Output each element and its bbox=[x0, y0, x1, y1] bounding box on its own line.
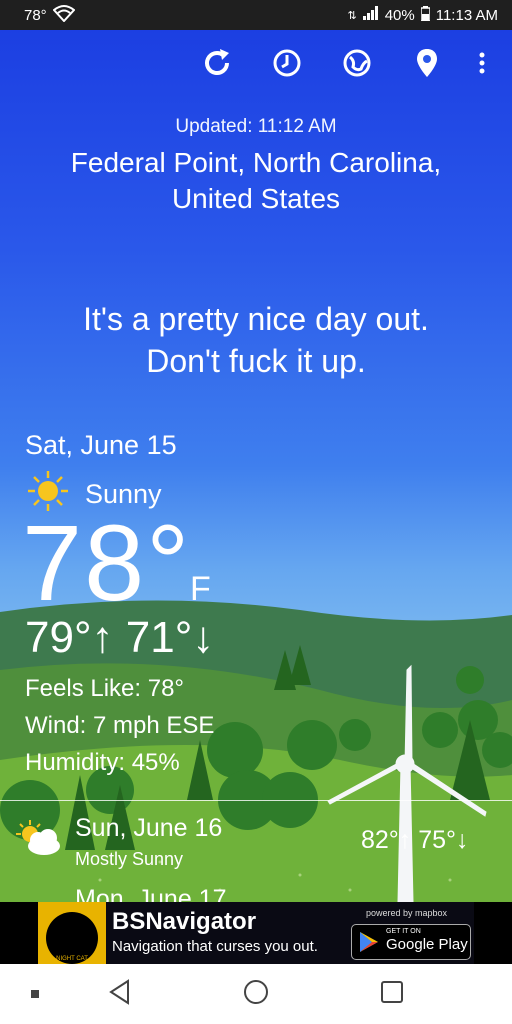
google-play-badge[interactable]: GET IT ON Google Play bbox=[351, 924, 471, 960]
system-nav-bar bbox=[0, 964, 512, 1024]
recents-icon bbox=[380, 980, 404, 1009]
ad-logo: NIGHT CAT bbox=[38, 902, 106, 964]
updated-time: Updated: 11:12 AM bbox=[175, 116, 337, 137]
location-button[interactable] bbox=[392, 44, 462, 86]
ad-subtitle: Navigation that curses you out. bbox=[112, 938, 318, 955]
status-bar: 78° ⇅ 40% 11:13 AM bbox=[0, 0, 512, 30]
forecast-day1-date: Sun, June 16 bbox=[75, 814, 223, 842]
status-time: 11:13 AM bbox=[435, 6, 498, 24]
more-vert-icon bbox=[478, 51, 486, 80]
forecast-day1-hi-lo: 82°↑ 75°↓ bbox=[361, 826, 469, 854]
refresh-button[interactable] bbox=[182, 44, 252, 86]
ad-powered-by: powered by mapbox bbox=[366, 908, 448, 918]
wifi-icon bbox=[52, 4, 76, 26]
ad-banner[interactable]: NIGHT CAT BSNavigator Navigation that cu… bbox=[0, 902, 512, 964]
recents-button[interactable] bbox=[377, 979, 407, 1009]
tagline: It's a pretty nice day out. Don't fuck i… bbox=[30, 298, 482, 382]
globe-icon bbox=[341, 47, 373, 84]
location-name: Federal Point, North Carolina, United St… bbox=[40, 145, 472, 217]
current-date: Sat, June 15 bbox=[25, 430, 177, 460]
partly-cloudy-icon bbox=[14, 818, 64, 861]
signal-icon bbox=[362, 6, 379, 24]
location-pin-icon bbox=[415, 48, 439, 83]
refresh-icon bbox=[201, 47, 233, 84]
nav-dot-button[interactable] bbox=[20, 979, 50, 1009]
humidity: Humidity: 45% bbox=[25, 749, 180, 776]
status-temp: 78° bbox=[24, 6, 47, 24]
current-temperature: 78° bbox=[22, 502, 192, 623]
forecast-day2-date[interactable]: Mon, June 17 bbox=[75, 885, 227, 902]
weather-app: Updated: 11:12 AM Federal Point, North C… bbox=[0, 30, 512, 902]
ad-title: BSNavigator bbox=[112, 908, 257, 935]
home-icon bbox=[243, 979, 269, 1010]
ad-content[interactable]: NIGHT CAT BSNavigator Navigation that cu… bbox=[38, 902, 474, 964]
back-icon bbox=[108, 978, 132, 1010]
temperature-unit: F bbox=[190, 570, 211, 608]
wind: Wind: 7 mph ESE bbox=[25, 712, 215, 739]
back-button[interactable] bbox=[105, 978, 135, 1010]
dot-icon bbox=[31, 985, 39, 1003]
history-icon bbox=[271, 47, 303, 84]
globe-button[interactable] bbox=[322, 44, 392, 86]
battery-icon bbox=[419, 5, 431, 25]
forecast-day1-condition: Mostly Sunny bbox=[75, 849, 184, 869]
current-hi-lo: 79°↑ 71°↓ bbox=[25, 613, 215, 662]
toolbar bbox=[182, 44, 502, 86]
play-store-icon bbox=[358, 931, 380, 958]
battery-percent: 40% bbox=[384, 6, 415, 24]
tagline-line-2: Don't fuck it up. bbox=[146, 343, 366, 379]
google-play-label: Google Play bbox=[386, 936, 468, 953]
home-button[interactable] bbox=[241, 979, 271, 1009]
status-left: 78° bbox=[24, 4, 76, 26]
google-play-small: GET IT ON bbox=[386, 928, 421, 935]
history-button[interactable] bbox=[252, 44, 322, 86]
location-line-2: United States bbox=[171, 183, 341, 214]
ad-logo-text: NIGHT CAT bbox=[56, 956, 88, 962]
more-options-button[interactable] bbox=[462, 44, 502, 86]
feels-like: Feels Like: 78° bbox=[25, 675, 185, 702]
status-right: ⇅ 40% 11:13 AM bbox=[347, 5, 498, 25]
network-icon: ⇅ bbox=[347, 9, 357, 22]
location-line-1: Federal Point, North Carolina, bbox=[70, 147, 442, 178]
divider bbox=[0, 800, 512, 801]
tagline-line-1: It's a pretty nice day out. bbox=[83, 301, 429, 337]
